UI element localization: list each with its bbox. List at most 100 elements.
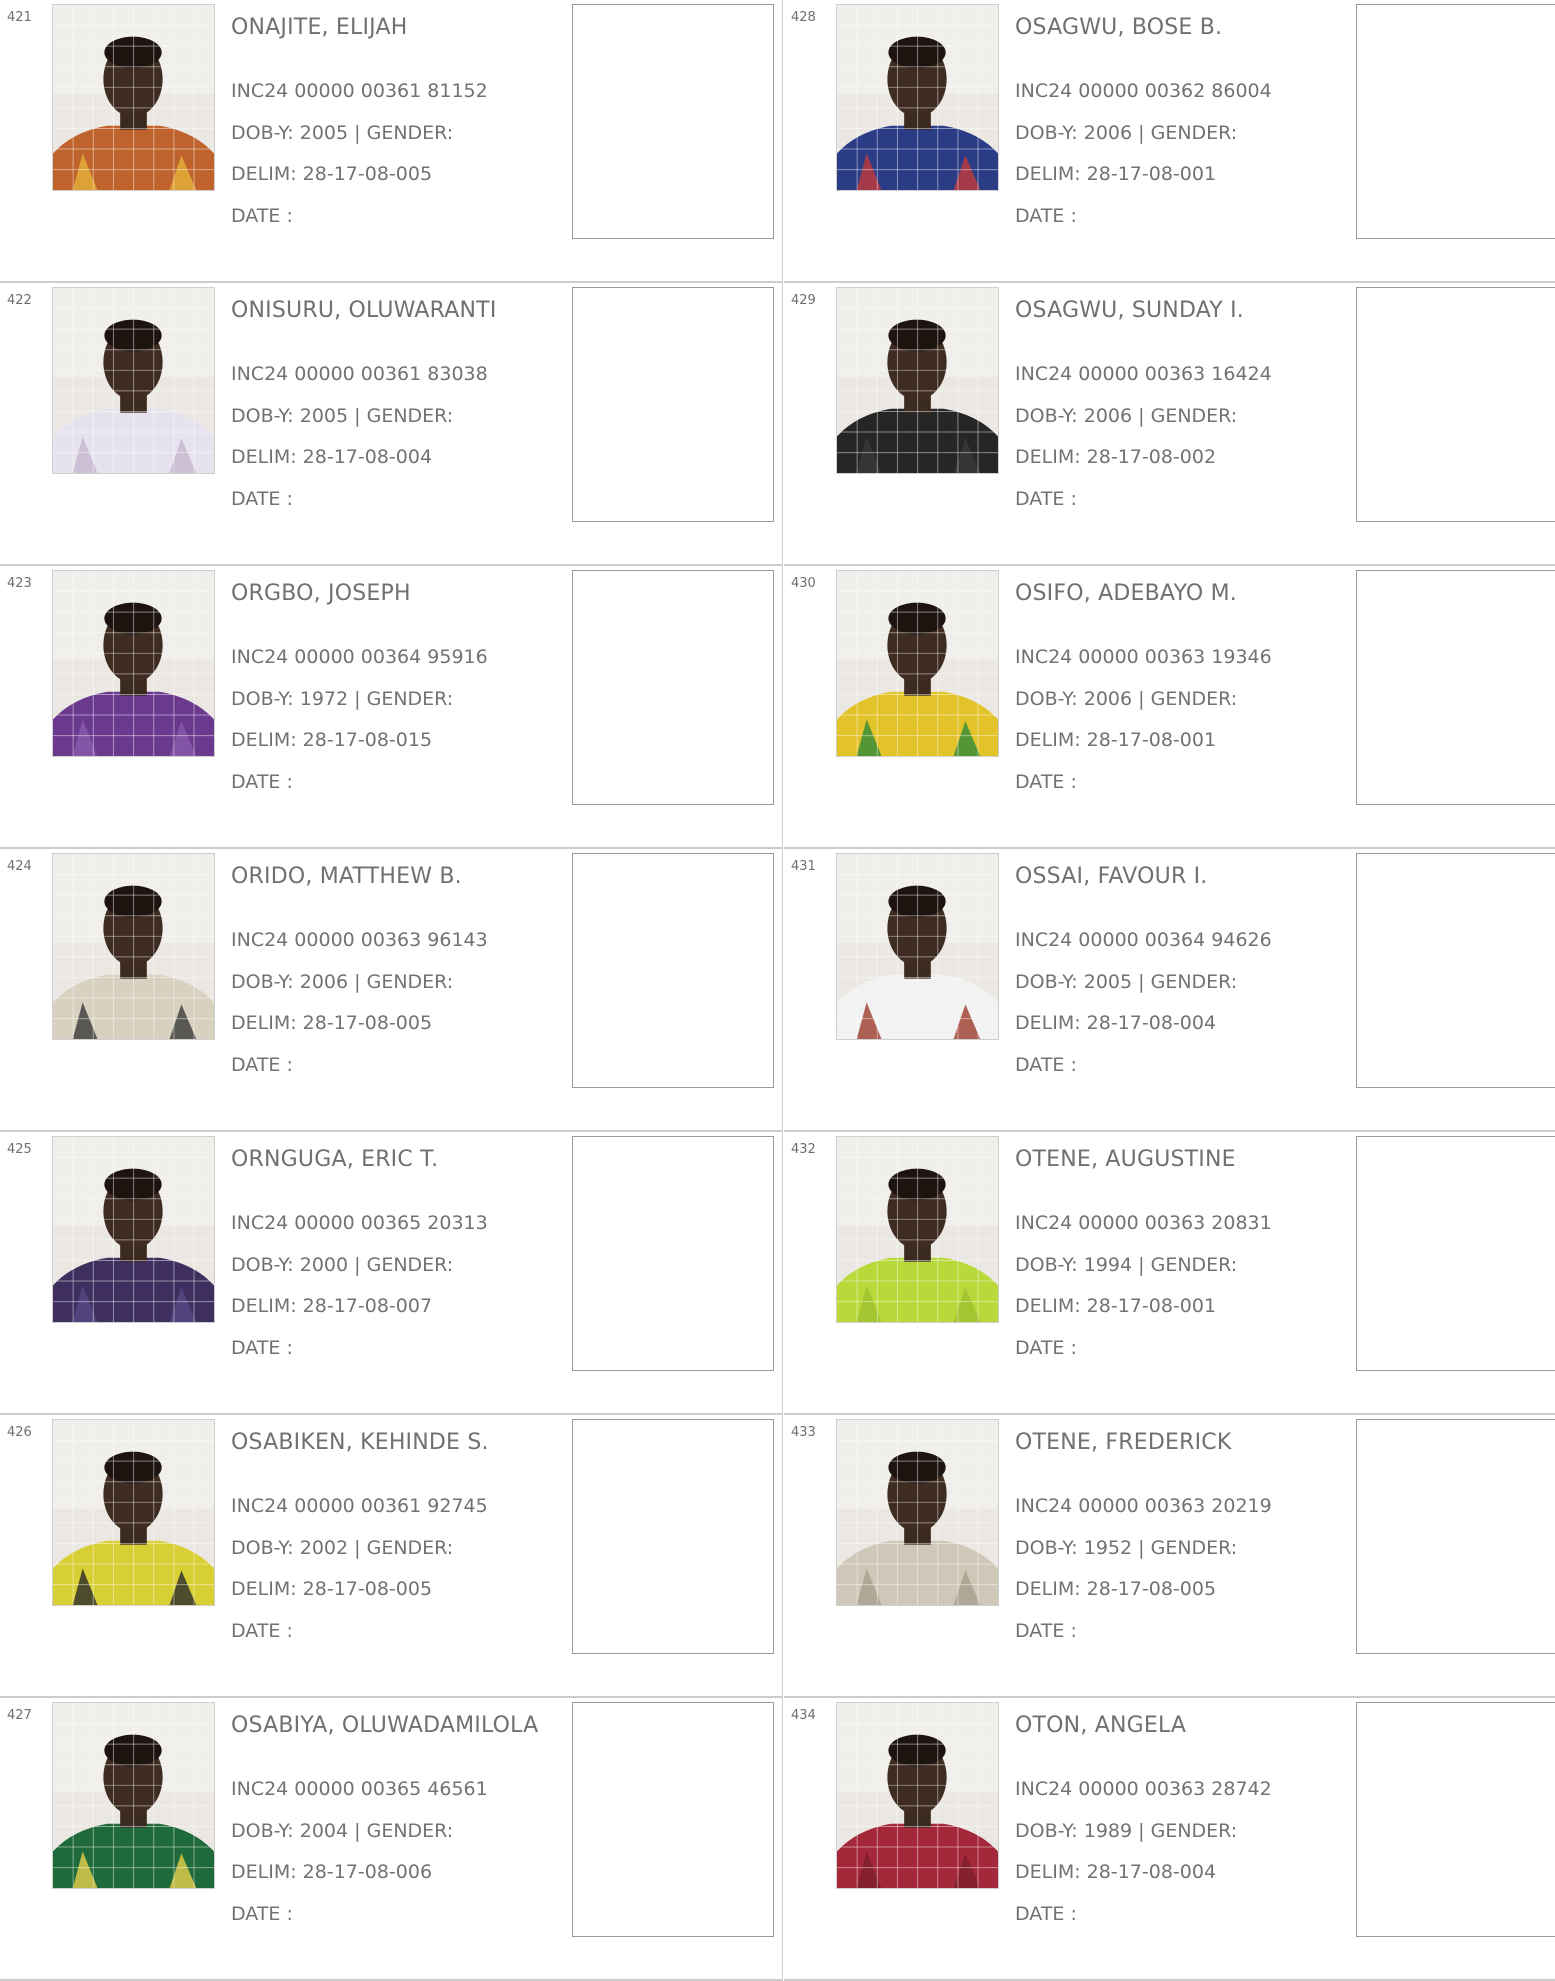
delim-label: DELIM: <box>1015 729 1087 751</box>
dob-gender-line: DOB-Y: 2006 | GENDER: <box>231 971 453 993</box>
delim-line: DELIM: 28-17-08-001 <box>1015 163 1216 185</box>
dob-year: 2006 <box>299 971 349 993</box>
delim-line: DELIM: 28-17-08-005 <box>1015 1578 1216 1600</box>
inc-number: INC24 00000 00364 94626 <box>1015 929 1272 951</box>
record-card: 429 OSAGWU, SUNDAY I. INC24 00000 00363 16… <box>784 283 1555 566</box>
signature-box <box>572 4 774 239</box>
serial-number: 425 <box>7 1142 32 1157</box>
portrait-image <box>53 1420 214 1605</box>
portrait-image <box>837 571 998 756</box>
delim-label: DELIM: <box>231 1012 303 1034</box>
delim-code: 28-17-08-005 <box>1086 1578 1217 1600</box>
record-card: 423 ORGBO, JOSEPH INC24 00000 00364 95916 D… <box>0 566 783 849</box>
record-card: 433 OTENE, FREDERICK INC24 00000 00363 202… <box>784 1415 1555 1698</box>
person-name: OSAGWU, SUNDAY I. <box>1015 298 1244 323</box>
portrait-photo <box>52 1419 215 1606</box>
serial-number: 427 <box>7 1708 32 1723</box>
inc-number: INC24 00000 00361 92745 <box>231 1495 488 1517</box>
dob-label: DOB-Y: <box>231 971 300 993</box>
portrait-image <box>53 5 214 190</box>
record-card: 432 OTENE, AUGUSTINE INC24 00000 00363 208… <box>784 1132 1555 1415</box>
delim-code: 28-17-08-005 <box>302 1012 433 1034</box>
date-label: DATE : <box>231 771 293 793</box>
person-name: ORGBO, JOSEPH <box>231 581 411 606</box>
portrait-photo <box>52 1702 215 1889</box>
dob-gender-line: DOB-Y: 2005 | GENDER: <box>231 405 453 427</box>
date-label: DATE : <box>231 205 293 227</box>
signature-box <box>1356 1702 1555 1937</box>
date-label: DATE : <box>231 1054 293 1076</box>
portrait-photo <box>836 1702 999 1889</box>
portrait-photo <box>52 287 215 474</box>
dob-year: 1989 <box>1083 1820 1133 1842</box>
signature-box <box>572 570 774 805</box>
inc-number: INC24 00000 00364 95916 <box>231 646 488 668</box>
dob-label: DOB-Y: <box>1015 122 1084 144</box>
date-label: DATE : <box>1015 1620 1077 1642</box>
record-card: 430 OSIFO, ADEBAYO M. INC24 00000 00363 19… <box>784 566 1555 849</box>
dob-label: DOB-Y: <box>1015 1537 1084 1559</box>
serial-number: 428 <box>791 10 816 25</box>
portrait-image <box>837 5 998 190</box>
gender-label: | GENDER: <box>348 1820 454 1842</box>
delim-line: DELIM: 28-17-08-007 <box>231 1295 432 1317</box>
signature-box <box>572 1702 774 1937</box>
inc-number: INC24 00000 00365 20313 <box>231 1212 488 1234</box>
portrait-photo <box>52 1136 215 1323</box>
dob-gender-line: DOB-Y: 1972 | GENDER: <box>231 688 453 710</box>
portrait-image <box>53 288 214 473</box>
person-name: ONISURU, OLUWARANTI <box>231 298 497 323</box>
portrait-image <box>837 854 998 1039</box>
serial-number: 432 <box>791 1142 816 1157</box>
dob-gender-line: DOB-Y: 2002 | GENDER: <box>231 1537 453 1559</box>
inc-number: INC24 00000 00363 96143 <box>231 929 488 951</box>
delim-label: DELIM: <box>231 1295 303 1317</box>
inc-number: INC24 00000 00363 20219 <box>1015 1495 1272 1517</box>
person-name: OSIFO, ADEBAYO M. <box>1015 581 1237 606</box>
portrait-image <box>837 288 998 473</box>
person-name: OTON, ANGELA <box>1015 1713 1187 1738</box>
dob-year: 2006 <box>1083 122 1133 144</box>
gender-label: | GENDER: <box>1132 1820 1238 1842</box>
inc-number: INC24 00000 00363 28742 <box>1015 1778 1272 1800</box>
person-name: ORIDO, MATTHEW B. <box>231 864 462 889</box>
signature-box <box>1356 853 1555 1088</box>
delim-label: DELIM: <box>1015 1578 1087 1600</box>
serial-number: 423 <box>7 576 32 591</box>
delim-label: DELIM: <box>1015 163 1087 185</box>
delim-line: DELIM: 28-17-08-004 <box>231 446 432 468</box>
inc-number: INC24 00000 00363 16424 <box>1015 363 1272 385</box>
gender-label: | GENDER: <box>1132 122 1238 144</box>
inc-number: INC24 00000 00362 86004 <box>1015 80 1272 102</box>
serial-number: 422 <box>7 293 32 308</box>
delim-label: DELIM: <box>1015 446 1087 468</box>
dob-year: 1972 <box>299 688 349 710</box>
dob-year: 2006 <box>1083 405 1133 427</box>
delim-code: 28-17-08-002 <box>1086 446 1217 468</box>
record-card: 424 ORIDO, MATTHEW B. INC24 00000 00363 96… <box>0 849 783 1132</box>
date-label: DATE : <box>1015 488 1077 510</box>
dob-label: DOB-Y: <box>231 688 300 710</box>
delim-code: 28-17-08-007 <box>302 1295 433 1317</box>
serial-number: 433 <box>791 1425 816 1440</box>
dob-year: 2002 <box>299 1537 349 1559</box>
portrait-image <box>837 1420 998 1605</box>
portrait-photo <box>836 1419 999 1606</box>
delim-code: 28-17-08-004 <box>1086 1861 1217 1883</box>
dob-gender-line: DOB-Y: 1989 | GENDER: <box>1015 1820 1237 1842</box>
delim-code: 28-17-08-005 <box>302 163 433 185</box>
signature-box <box>1356 1136 1555 1371</box>
date-label: DATE : <box>1015 205 1077 227</box>
delim-code: 28-17-08-006 <box>302 1861 433 1883</box>
date-label: DATE : <box>1015 771 1077 793</box>
dob-label: DOB-Y: <box>231 1537 300 1559</box>
delim-code: 28-17-08-005 <box>302 1578 433 1600</box>
portrait-image <box>53 854 214 1039</box>
delim-line: DELIM: 28-17-08-002 <box>1015 446 1216 468</box>
delim-code: 28-17-08-001 <box>1086 729 1217 751</box>
serial-number: 431 <box>791 859 816 874</box>
gender-label: | GENDER: <box>1132 971 1238 993</box>
signature-box <box>572 287 774 522</box>
delim-line: DELIM: 28-17-08-005 <box>231 163 432 185</box>
date-label: DATE : <box>231 1620 293 1642</box>
